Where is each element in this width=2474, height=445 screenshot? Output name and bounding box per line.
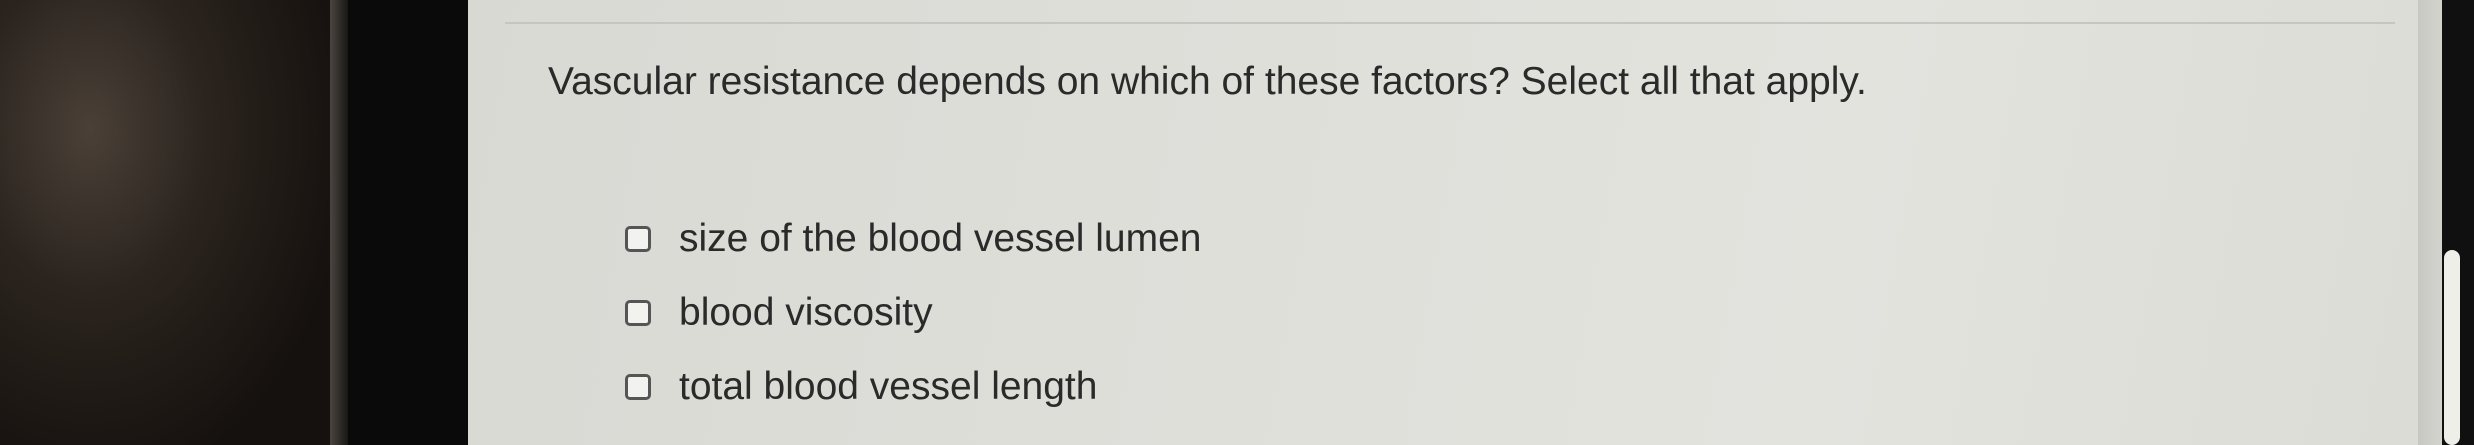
- option-blood-viscosity[interactable]: blood viscosity: [625, 276, 1201, 350]
- scrollbar-thumb[interactable]: [2444, 250, 2460, 445]
- question-text: Vascular resistance depends on which of …: [548, 60, 1867, 103]
- option-lumen-size[interactable]: size of the blood vessel lumen: [625, 202, 1201, 276]
- checkbox-lumen-size[interactable]: [625, 226, 651, 252]
- question-divider: [505, 22, 2395, 24]
- page-edge: [2418, 0, 2442, 445]
- answer-options: size of the blood vessel lumen blood vis…: [625, 202, 1201, 424]
- option-label: total blood vessel length: [679, 365, 1098, 408]
- desk-background: [0, 0, 348, 445]
- monitor-bezel-left: [348, 0, 468, 445]
- option-label: size of the blood vessel lumen: [679, 217, 1202, 260]
- checkbox-blood-viscosity[interactable]: [625, 300, 651, 326]
- option-label: blood viscosity: [679, 291, 933, 334]
- checkbox-vessel-length[interactable]: [625, 374, 651, 400]
- option-vessel-length[interactable]: total blood vessel length: [625, 350, 1201, 424]
